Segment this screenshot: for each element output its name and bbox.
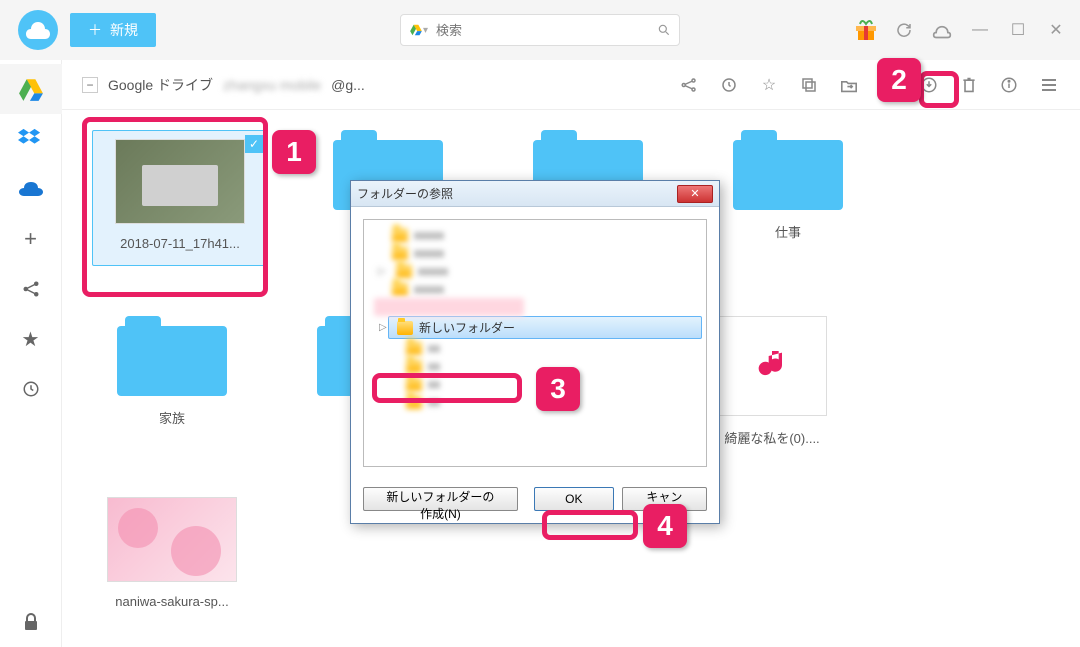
breadcrumb-service: Google ドライブ bbox=[108, 75, 213, 95]
tb-info-icon[interactable] bbox=[998, 74, 1020, 96]
file-item-selected[interactable]: ✓ 2018-07-11_17h41... bbox=[92, 130, 268, 266]
tb-history-icon[interactable] bbox=[718, 74, 740, 96]
file-toolbar: ☆ bbox=[678, 74, 1060, 96]
top-bar: ＋ 新規 ▾ — ☐ ✕ bbox=[0, 0, 1080, 60]
tb-copy-icon[interactable] bbox=[798, 74, 820, 96]
sidebar-item-onedrive[interactable] bbox=[0, 164, 62, 214]
file-label: 綺麗な私を(0).... bbox=[724, 428, 819, 447]
dialog-close-button[interactable]: ✕ bbox=[677, 185, 713, 203]
search-box[interactable]: ▾ bbox=[400, 14, 680, 46]
dialog-title-bar[interactable]: フォルダーの参照 ✕ bbox=[351, 181, 719, 207]
sidebar-item-add[interactable]: + bbox=[0, 214, 62, 264]
sidebar-item-share[interactable] bbox=[0, 264, 62, 314]
drive-icon bbox=[409, 23, 423, 37]
dropdown-icon: ▾ bbox=[423, 25, 428, 36]
tree-item[interactable]: xx bbox=[402, 339, 702, 357]
ok-button[interactable]: OK bbox=[534, 487, 614, 511]
tb-more-icon[interactable] bbox=[1038, 74, 1060, 96]
refresh-icon[interactable] bbox=[890, 16, 918, 44]
collapse-button[interactable]: − bbox=[82, 77, 98, 93]
file-label: naniwa-sakura-sp... bbox=[115, 594, 228, 609]
minimize-icon[interactable]: — bbox=[966, 16, 994, 44]
breadcrumb-suffix: @g... bbox=[331, 77, 365, 93]
image-thumb bbox=[115, 139, 245, 224]
new-button-label: 新規 bbox=[110, 20, 138, 40]
search-input[interactable] bbox=[436, 23, 649, 38]
file-label: 家族 bbox=[159, 408, 185, 427]
sidebar-item-star[interactable]: ★ bbox=[0, 314, 62, 364]
tree-item[interactable]: ▷xxxxx bbox=[388, 262, 702, 280]
file-label: 仕事 bbox=[775, 222, 801, 241]
music-doc-icon bbox=[717, 316, 827, 416]
sidebar-item-lock[interactable] bbox=[0, 597, 62, 647]
file-item[interactable]: 仕事 bbox=[708, 130, 868, 266]
callout-number-2: 2 bbox=[877, 58, 921, 102]
search-icon bbox=[657, 23, 671, 37]
tb-star-icon[interactable]: ☆ bbox=[758, 74, 780, 96]
new-folder-button[interactable]: 新しいフォルダーの作成(N) bbox=[363, 487, 518, 511]
new-button[interactable]: ＋ 新規 bbox=[70, 13, 156, 47]
maximize-icon[interactable]: ☐ bbox=[1004, 16, 1032, 44]
breadcrumb-bar: − Google ドライブ zhangxu mobile @g... ☆ bbox=[62, 60, 1080, 110]
app-logo bbox=[18, 10, 58, 50]
sidebar-item-google-drive[interactable] bbox=[0, 64, 62, 114]
tb-download-icon[interactable] bbox=[918, 74, 940, 96]
tb-trash-icon[interactable] bbox=[958, 74, 980, 96]
callout-number-1: 1 bbox=[272, 130, 316, 174]
gift-icon[interactable] bbox=[852, 16, 880, 44]
folder-tree[interactable]: xxxxx xxxxx ▷xxxxx xxxxx ▷新しいフォルダー xx xx… bbox=[363, 219, 707, 467]
close-window-icon[interactable]: ✕ bbox=[1042, 16, 1070, 44]
plus-icon: ＋ bbox=[88, 20, 102, 40]
file-label: 2018-07-11_17h41... bbox=[120, 236, 240, 251]
folder-browse-dialog: フォルダーの参照 ✕ xxxxx xxxxx ▷xxxxx xxxxx ▷新しい… bbox=[350, 180, 720, 524]
tree-item[interactable]: xxxxx bbox=[388, 280, 702, 298]
cloud-sync-icon[interactable] bbox=[928, 16, 956, 44]
folder-icon bbox=[117, 316, 227, 396]
tb-move-icon[interactable] bbox=[838, 74, 860, 96]
tree-item[interactable]: xxxxx bbox=[388, 226, 702, 244]
sidebar: + ★ bbox=[0, 60, 62, 647]
callout-number-4: 4 bbox=[643, 504, 687, 548]
file-item[interactable]: naniwa-sakura-sp... bbox=[92, 497, 252, 609]
sakura-thumb bbox=[107, 497, 237, 582]
tb-share-icon[interactable] bbox=[678, 74, 700, 96]
sidebar-item-history[interactable] bbox=[0, 364, 62, 414]
tree-item-selected[interactable]: ▷新しいフォルダー bbox=[388, 316, 702, 339]
folder-icon bbox=[733, 130, 843, 210]
tree-item-label: 新しいフォルダー bbox=[419, 319, 515, 336]
callout-number-3: 3 bbox=[536, 367, 580, 411]
dialog-title: フォルダーの参照 bbox=[357, 185, 453, 202]
check-icon: ✓ bbox=[245, 135, 263, 153]
breadcrumb-account-blurred: zhangxu mobile bbox=[223, 77, 321, 93]
file-item[interactable]: 家族 bbox=[92, 316, 252, 447]
tree-item[interactable]: xxxxx bbox=[388, 244, 702, 262]
tree-item[interactable] bbox=[374, 298, 524, 316]
sidebar-item-dropbox[interactable] bbox=[0, 114, 62, 164]
